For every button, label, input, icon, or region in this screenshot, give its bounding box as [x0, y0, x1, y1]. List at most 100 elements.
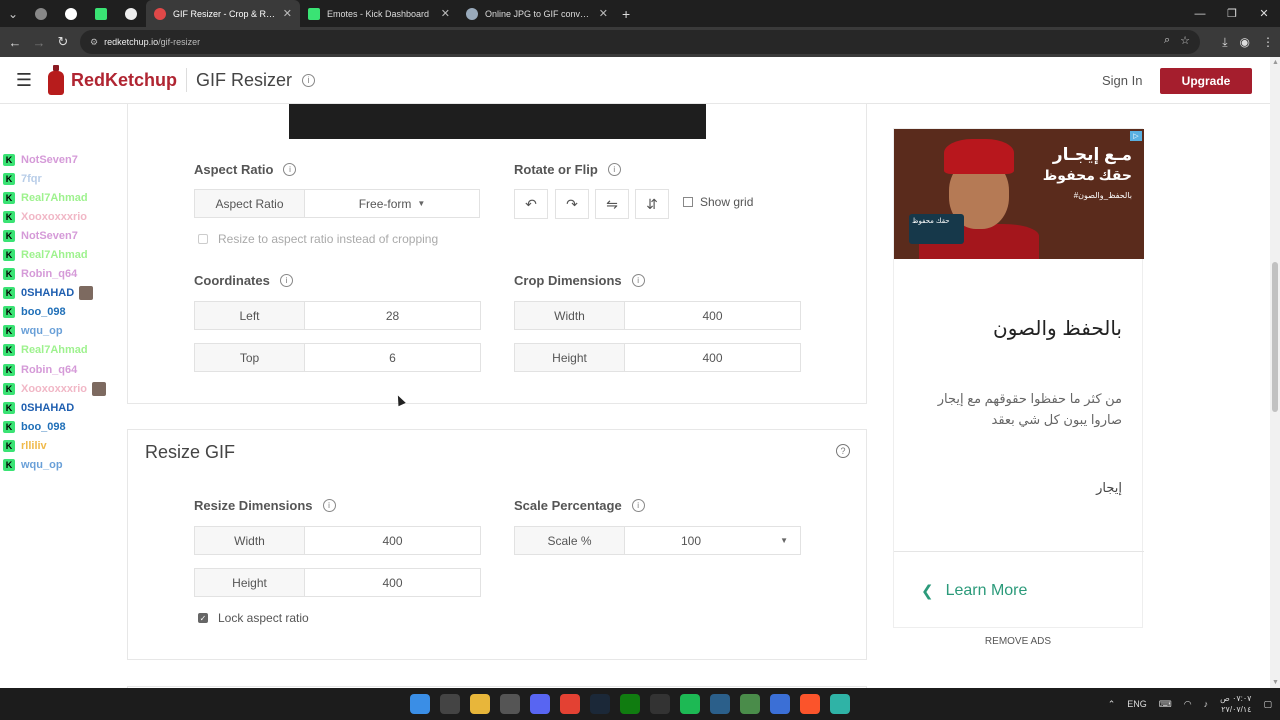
- scroll-up-icon[interactable]: ▲: [1272, 59, 1279, 66]
- chat-username[interactable]: Robin_q64: [21, 364, 77, 376]
- download-icon[interactable]: ⤓: [1222, 35, 1227, 50]
- restore-icon[interactable]: ❐: [1216, 0, 1248, 27]
- checkbox-box[interactable]: [198, 234, 208, 244]
- chat-username[interactable]: boo_098: [21, 421, 66, 433]
- resize-to-ratio-checkbox[interactable]: Resize to aspect ratio instead of croppi…: [198, 232, 438, 246]
- top-coordinate-field[interactable]: Top 6: [194, 343, 481, 372]
- redketchup-logo[interactable]: RedKetchup: [48, 65, 177, 95]
- back-icon[interactable]: ←: [3, 35, 27, 50]
- discord-icon[interactable]: [530, 694, 550, 714]
- info-icon[interactable]: i: [631, 499, 645, 512]
- close-tab-icon[interactable]: ✕: [441, 7, 450, 20]
- left-value[interactable]: 28: [305, 302, 480, 329]
- network-icon[interactable]: ⌨: [1159, 699, 1172, 710]
- ad-image[interactable]: حقك محفوظ مـع إيجـار حقك محفوظ #بالحفظ_و…: [894, 129, 1144, 259]
- reload-icon[interactable]: ↻: [51, 34, 75, 50]
- adchoices-icon[interactable]: ▷: [1130, 131, 1142, 141]
- bookmark-star-icon[interactable]: ☆: [1180, 34, 1190, 47]
- close-window-icon[interactable]: ✕: [1248, 0, 1280, 27]
- page-scrollbar[interactable]: ▲ ▼: [1270, 57, 1280, 688]
- chat-username[interactable]: boo_098: [21, 306, 66, 318]
- chat-username[interactable]: Real7Ahmad: [21, 344, 88, 356]
- pinned-tab-1[interactable]: [26, 0, 56, 27]
- chat-username[interactable]: NotSeven7: [21, 154, 78, 166]
- crop-height-value[interactable]: 400: [625, 344, 800, 371]
- forward-icon[interactable]: →: [27, 35, 51, 50]
- chat-username[interactable]: Robin_q64: [21, 268, 77, 280]
- advertisement[interactable]: حقك محفوظ مـع إيجـار حقك محفوظ #بالحفظ_و…: [893, 128, 1144, 628]
- chat-username[interactable]: wqu_op: [21, 325, 63, 337]
- file-explorer-icon[interactable]: [470, 694, 490, 714]
- task-view-icon[interactable]: [440, 694, 460, 714]
- tray-chevron-icon[interactable]: ⌃: [1108, 699, 1116, 710]
- learn-more-link[interactable]: ❮ Learn More: [921, 582, 1027, 600]
- chat-username[interactable]: Xooxoxxxrio: [21, 383, 87, 395]
- minimize-icon[interactable]: —: [1184, 0, 1216, 27]
- volume-icon[interactable]: ♪: [1204, 699, 1209, 709]
- chat-username[interactable]: 0SHAHAD: [21, 287, 74, 299]
- tab-kick-dashboard[interactable]: Emotes - Kick Dashboard ✕: [300, 0, 458, 27]
- help-icon[interactable]: ?: [836, 444, 850, 458]
- show-grid-checkbox[interactable]: Show grid: [683, 195, 753, 209]
- info-icon[interactable]: i: [631, 274, 645, 287]
- info-icon[interactable]: i: [607, 163, 621, 176]
- resize-width-field[interactable]: Width 400: [194, 526, 481, 555]
- new-tab-button[interactable]: +: [622, 6, 630, 22]
- chat-username[interactable]: Xooxoxxxrio: [21, 211, 87, 223]
- resize-height-value[interactable]: 400: [305, 569, 480, 596]
- xbox-icon[interactable]: [620, 694, 640, 714]
- info-icon[interactable]: i: [302, 73, 316, 87]
- resize-width-value[interactable]: 400: [305, 527, 480, 554]
- scrollbar-thumb[interactable]: [1272, 262, 1278, 412]
- flip-vertical-button[interactable]: ⇵: [635, 189, 669, 219]
- chat-username[interactable]: rlliliv: [21, 440, 47, 452]
- close-tab-icon[interactable]: ✕: [283, 7, 292, 20]
- windows-start-icon[interactable]: [410, 694, 430, 714]
- close-tab-icon[interactable]: ✕: [599, 7, 608, 20]
- scroll-down-icon[interactable]: ▼: [1272, 679, 1279, 686]
- app-icon[interactable]: [830, 694, 850, 714]
- site-info-icon[interactable]: ⚙: [90, 37, 98, 48]
- zoom-icon[interactable]: ⌕: [1164, 34, 1170, 47]
- app-icon[interactable]: [740, 694, 760, 714]
- info-icon[interactable]: i: [279, 274, 293, 287]
- crop-width-field[interactable]: Width 400: [514, 301, 801, 330]
- chat-username[interactable]: Real7Ahmad: [21, 192, 88, 204]
- menu-dots-icon[interactable]: ⋮: [1262, 35, 1274, 49]
- clock[interactable]: ٠٧:٠٧ ص ٢٧/٠٧/١٤: [1220, 693, 1251, 715]
- hamburger-menu-icon[interactable]: ☰: [0, 70, 48, 91]
- crop-width-value[interactable]: 400: [625, 302, 800, 329]
- steam-icon[interactable]: [590, 694, 610, 714]
- flip-horizontal-button[interactable]: ⇋: [595, 189, 629, 219]
- profile-icon[interactable]: ◉: [1240, 35, 1250, 49]
- chat-username[interactable]: 7fqr: [21, 173, 42, 185]
- info-icon[interactable]: i: [283, 163, 297, 176]
- chrome-icon[interactable]: [560, 694, 580, 714]
- left-coordinate-field[interactable]: Left 28: [194, 301, 481, 330]
- tab-jpg-to-gif[interactable]: Online JPG to GIF converter ✕: [458, 0, 616, 27]
- spotify-icon[interactable]: [680, 694, 700, 714]
- chat-username[interactable]: 0SHAHAD: [21, 402, 74, 414]
- app-icon[interactable]: [770, 694, 790, 714]
- sign-in-link[interactable]: Sign In: [1102, 73, 1142, 88]
- brave-icon[interactable]: [800, 694, 820, 714]
- tab-search-icon[interactable]: ⌄: [0, 0, 26, 27]
- wifi-icon[interactable]: ◠: [1184, 699, 1192, 710]
- upgrade-button[interactable]: Upgrade: [1160, 68, 1252, 94]
- scale-percent-select[interactable]: Scale % 100 ▼: [514, 526, 801, 555]
- notification-icon[interactable]: ▢: [1263, 699, 1272, 710]
- rotate-right-button[interactable]: ↷: [555, 189, 589, 219]
- checkbox-checked-icon[interactable]: ✓: [198, 613, 208, 623]
- resize-height-field[interactable]: Height 400: [194, 568, 481, 597]
- rotate-left-button[interactable]: ↶: [514, 189, 548, 219]
- language-indicator[interactable]: ENG: [1127, 699, 1147, 709]
- chat-username[interactable]: Real7Ahmad: [21, 249, 88, 261]
- aspect-ratio-select[interactable]: Aspect Ratio Free-form ▼: [194, 189, 480, 218]
- chat-username[interactable]: wqu_op: [21, 459, 63, 471]
- top-value[interactable]: 6: [305, 344, 480, 371]
- pinned-tab-kick[interactable]: [86, 0, 116, 27]
- chat-username[interactable]: NotSeven7: [21, 230, 78, 242]
- tab-gif-resizer[interactable]: GIF Resizer - Crop & Resize Animated GIF…: [146, 0, 300, 27]
- address-bar[interactable]: ⚙ redketchup.io/gif-resizer ⌕ ☆: [80, 30, 1200, 54]
- ccleaner-icon[interactable]: [710, 694, 730, 714]
